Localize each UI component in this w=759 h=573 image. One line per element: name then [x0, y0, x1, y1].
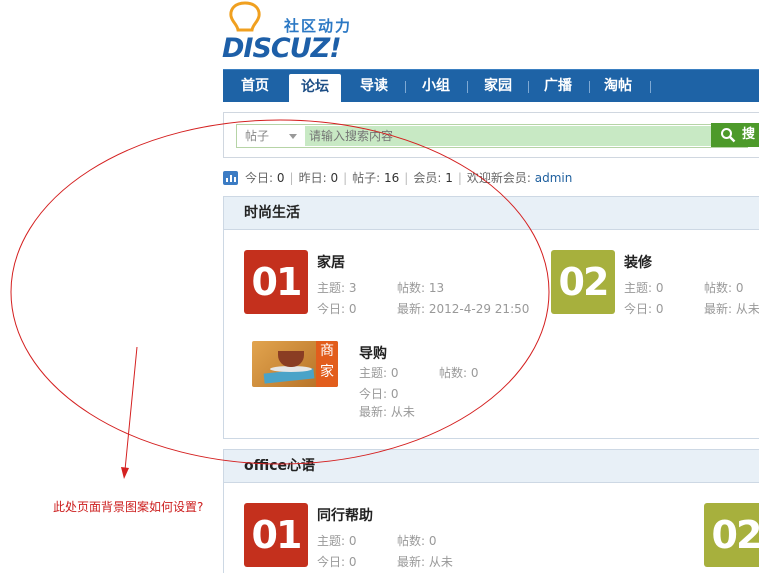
annotation-arrow [124, 346, 138, 471]
annotation-note: 此处页面背景图案如何设置? [53, 500, 204, 514]
annotation-ellipse [10, 119, 550, 465]
annotation-arrowhead [121, 467, 129, 479]
annotation-overlay [10, 119, 550, 479]
